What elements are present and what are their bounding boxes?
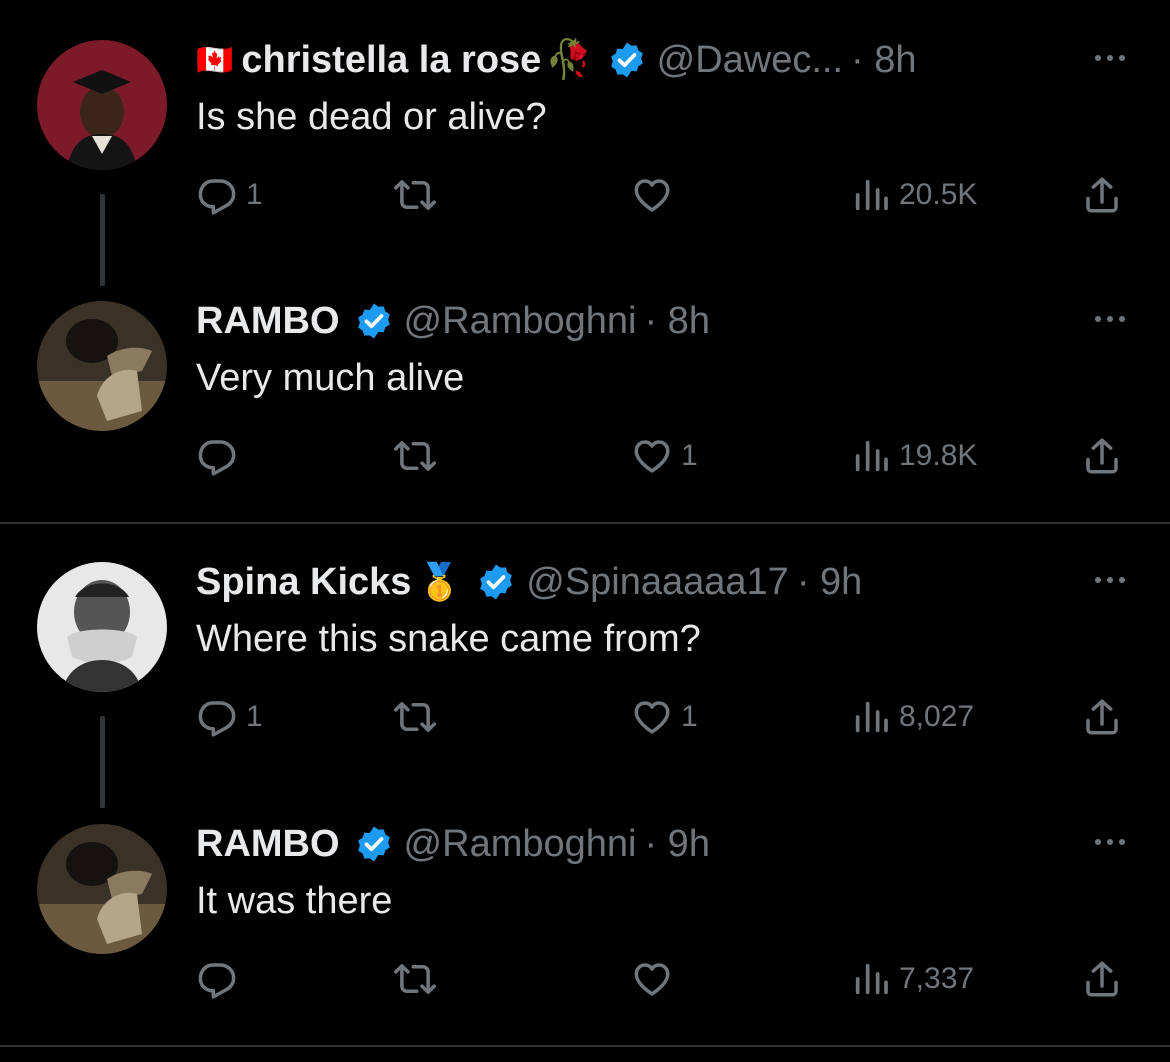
- tweet-text: Very much alive: [196, 357, 465, 399]
- avatar-spina-icon: [37, 562, 167, 692]
- verified-badge-icon: [354, 824, 394, 864]
- reply-icon: [196, 958, 238, 1000]
- like-count: 1: [681, 700, 698, 733]
- share-icon: [1081, 174, 1123, 216]
- tweet-christella[interactable]: 🇨🇦 christella la rose 🥀 @Dawec... · 8h I…: [0, 0, 1170, 286]
- verified-badge-icon: [607, 40, 647, 80]
- retweet-icon: [394, 174, 436, 216]
- tweet-rambo-2[interactable]: RAMBO @Ramboghni · 9h It was there 7,337: [0, 784, 1170, 1044]
- share-icon: [1081, 958, 1123, 1000]
- tweet-spina[interactable]: Spina Kicks 🥇 @Spinaaaaa17 · 9h Where th…: [0, 522, 1170, 808]
- timestamp[interactable]: · 9h: [797, 561, 862, 604]
- reply-icon: [196, 435, 238, 477]
- handle[interactable]: @Ramboghni: [404, 300, 637, 343]
- tweet-text: It was there: [196, 880, 393, 922]
- tweet-header: 🇨🇦 christella la rose 🥀 @Dawec... · 8h: [196, 36, 917, 84]
- share-button[interactable]: [1081, 170, 1123, 220]
- like-button[interactable]: [631, 954, 681, 1004]
- reply-count: 1: [246, 178, 263, 211]
- avatar[interactable]: [37, 301, 167, 431]
- tweet-header: RAMBO @Ramboghni · 8h: [196, 297, 710, 345]
- timestamp[interactable]: · 9h: [644, 823, 709, 866]
- retweet-button[interactable]: [394, 692, 444, 742]
- handle[interactable]: @Dawec...: [657, 39, 843, 82]
- retweet-icon: [394, 696, 436, 738]
- like-button[interactable]: [631, 170, 681, 220]
- views-button[interactable]: 20.5K: [851, 170, 977, 220]
- like-button[interactable]: 1: [631, 692, 698, 742]
- more-icon[interactable]: [1090, 48, 1130, 68]
- views-icon: [851, 959, 891, 999]
- views-button[interactable]: 7,337: [851, 954, 974, 1004]
- reply-button[interactable]: 1: [196, 692, 263, 742]
- share-button[interactable]: [1081, 954, 1123, 1004]
- action-bar: 1 20.5K: [196, 170, 1136, 220]
- display-name[interactable]: Spina Kicks: [196, 561, 411, 604]
- reply-icon: [196, 696, 238, 738]
- avatar-christella-icon: [37, 40, 167, 170]
- view-count: 7,337: [899, 962, 975, 995]
- reply-count: 1: [246, 700, 263, 733]
- like-icon: [631, 435, 673, 477]
- like-icon: [631, 696, 673, 738]
- medal-emoji: 🥇: [417, 561, 463, 602]
- tweet-header: RAMBO @Ramboghni · 9h: [196, 820, 710, 868]
- views-icon: [851, 697, 891, 737]
- retweet-button[interactable]: [394, 170, 444, 220]
- retweet-icon: [394, 958, 436, 1000]
- avatar[interactable]: [37, 40, 167, 170]
- timestamp[interactable]: · 8h: [851, 39, 916, 82]
- tweet-rambo-1[interactable]: RAMBO @Ramboghni · 8h Very much alive 1 …: [0, 261, 1170, 521]
- reply-button[interactable]: [196, 431, 246, 481]
- view-count: 8,027: [899, 700, 975, 733]
- like-button[interactable]: 1: [631, 431, 698, 481]
- handle[interactable]: @Spinaaaaa17: [526, 561, 789, 604]
- more-icon[interactable]: [1090, 309, 1130, 329]
- views-icon: [851, 436, 891, 476]
- reply-icon: [196, 174, 238, 216]
- display-name[interactable]: RAMBO: [196, 300, 340, 343]
- action-bar: 1 19.8K: [196, 431, 1136, 481]
- verified-badge-icon: [476, 562, 516, 602]
- rose-emoji: 🥀: [545, 39, 593, 81]
- views-button[interactable]: 8,027: [851, 692, 974, 742]
- retweet-button[interactable]: [394, 431, 444, 481]
- verified-badge-icon: [354, 301, 394, 341]
- share-icon: [1081, 435, 1123, 477]
- tweet-header: Spina Kicks 🥇 @Spinaaaaa17 · 9h: [196, 558, 862, 606]
- action-bar: 7,337: [196, 954, 1136, 1004]
- timestamp[interactable]: · 8h: [644, 300, 709, 343]
- avatar[interactable]: [37, 562, 167, 692]
- like-count: 1: [681, 439, 698, 472]
- tweet-text: Where this snake came from?: [196, 618, 701, 660]
- like-icon: [631, 174, 673, 216]
- like-icon: [631, 958, 673, 1000]
- reply-button[interactable]: [196, 954, 246, 1004]
- retweet-button[interactable]: [394, 954, 444, 1004]
- reply-button[interactable]: 1: [196, 170, 263, 220]
- view-count: 19.8K: [899, 439, 978, 472]
- avatar-rambo-icon: [37, 824, 167, 954]
- bottom-divider: [0, 1045, 1170, 1047]
- avatar-rambo-icon: [37, 301, 167, 431]
- action-bar: 1 1 8,027: [196, 692, 1136, 742]
- views-icon: [851, 175, 891, 215]
- views-button[interactable]: 19.8K: [851, 431, 977, 481]
- view-count: 20.5K: [899, 178, 978, 211]
- retweet-icon: [394, 435, 436, 477]
- more-icon[interactable]: [1090, 570, 1130, 590]
- handle[interactable]: @Ramboghni: [404, 823, 637, 866]
- display-name[interactable]: RAMBO: [196, 823, 340, 866]
- share-icon: [1081, 696, 1123, 738]
- flag-emoji: 🇨🇦: [196, 43, 234, 77]
- share-button[interactable]: [1081, 692, 1123, 742]
- tweet-text: Is she dead or alive?: [196, 96, 547, 138]
- avatar[interactable]: [37, 824, 167, 954]
- more-icon[interactable]: [1090, 832, 1130, 852]
- share-button[interactable]: [1081, 431, 1123, 481]
- display-name[interactable]: christella la rose: [241, 39, 541, 82]
